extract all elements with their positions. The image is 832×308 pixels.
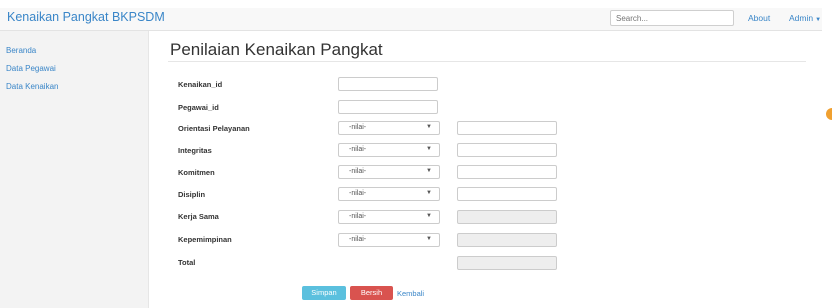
search-input[interactable] xyxy=(610,10,734,26)
sidebar: Beranda Data Pegawai Data Kenaikan xyxy=(0,31,149,308)
chevron-down-icon: ▼ xyxy=(426,236,432,242)
clear-button[interactable]: Bersih xyxy=(350,286,393,300)
label-orientasi-pelayanan: Orientasi Pelayanan xyxy=(178,124,250,133)
komitmen-select[interactable]: -nilai- ▼ xyxy=(338,165,440,179)
chevron-down-icon: ▼ xyxy=(426,146,432,152)
integritas-select[interactable]: -nilai- ▼ xyxy=(338,143,440,157)
select-value: -nilai- xyxy=(349,213,367,220)
divider xyxy=(168,61,806,62)
orientasi-pelayanan-score-input[interactable] xyxy=(457,121,557,135)
label-integritas: Integritas xyxy=(178,146,212,155)
page-title: Penilaian Kenaikan Pangkat xyxy=(170,40,383,59)
total-input xyxy=(457,256,557,270)
back-link[interactable]: Kembali xyxy=(397,289,424,298)
chevron-down-icon: ▼ xyxy=(426,190,432,196)
label-pegawai-id: Pegawai_id xyxy=(178,103,219,112)
select-value: -nilai- xyxy=(349,236,367,243)
pegawai-id-input[interactable] xyxy=(338,100,438,114)
integritas-score-input[interactable] xyxy=(457,143,557,157)
disiplin-select[interactable]: -nilai- ▼ xyxy=(338,187,440,201)
label-kenaikan-id: Kenaikan_id xyxy=(178,80,223,89)
caret-down-icon: ▼ xyxy=(815,17,822,23)
top-navbar: Kenaikan Pangkat BKPSDM About Admin▼ xyxy=(0,8,822,31)
label-total: Total xyxy=(178,258,196,267)
label-kerja-sama: Kerja Sama xyxy=(178,212,219,221)
sidebar-item-data-kenaikan[interactable]: Data Kenaikan xyxy=(6,82,58,91)
admin-dropdown[interactable]: Admin ▼ xyxy=(789,13,821,23)
kerja-sama-select[interactable]: -nilai- ▼ xyxy=(338,210,440,224)
chevron-down-icon: ▼ xyxy=(426,124,432,130)
disiplin-score-input[interactable] xyxy=(457,187,557,201)
chevron-down-icon: ▼ xyxy=(426,168,432,174)
label-komitmen: Komitmen xyxy=(178,168,215,177)
label-kepemimpinan: Kepemimpinan xyxy=(178,235,232,244)
brand-link[interactable]: Kenaikan Pangkat BKPSDM xyxy=(7,10,165,24)
save-button[interactable]: Simpan xyxy=(302,286,346,300)
select-value: -nilai- xyxy=(349,168,367,175)
chevron-down-icon: ▼ xyxy=(426,213,432,219)
sidebar-item-beranda[interactable]: Beranda xyxy=(6,46,36,55)
about-link[interactable]: About xyxy=(748,13,770,23)
label-disiplin: Disiplin xyxy=(178,190,206,199)
select-value: -nilai- xyxy=(349,124,367,131)
orientasi-pelayanan-select[interactable]: -nilai- ▼ xyxy=(338,121,440,135)
kerja-sama-score-input xyxy=(457,210,557,224)
kenaikan-id-input[interactable] xyxy=(338,77,438,91)
select-value: -nilai- xyxy=(349,146,367,153)
floating-widget-icon[interactable] xyxy=(826,108,832,120)
sidebar-item-data-pegawai[interactable]: Data Pegawai xyxy=(6,64,56,73)
komitmen-score-input[interactable] xyxy=(457,165,557,179)
kepemimpinan-score-input xyxy=(457,233,557,247)
admin-label: Admin xyxy=(789,13,814,23)
select-value: -nilai- xyxy=(349,190,367,197)
kepemimpinan-select[interactable]: -nilai- ▼ xyxy=(338,233,440,247)
